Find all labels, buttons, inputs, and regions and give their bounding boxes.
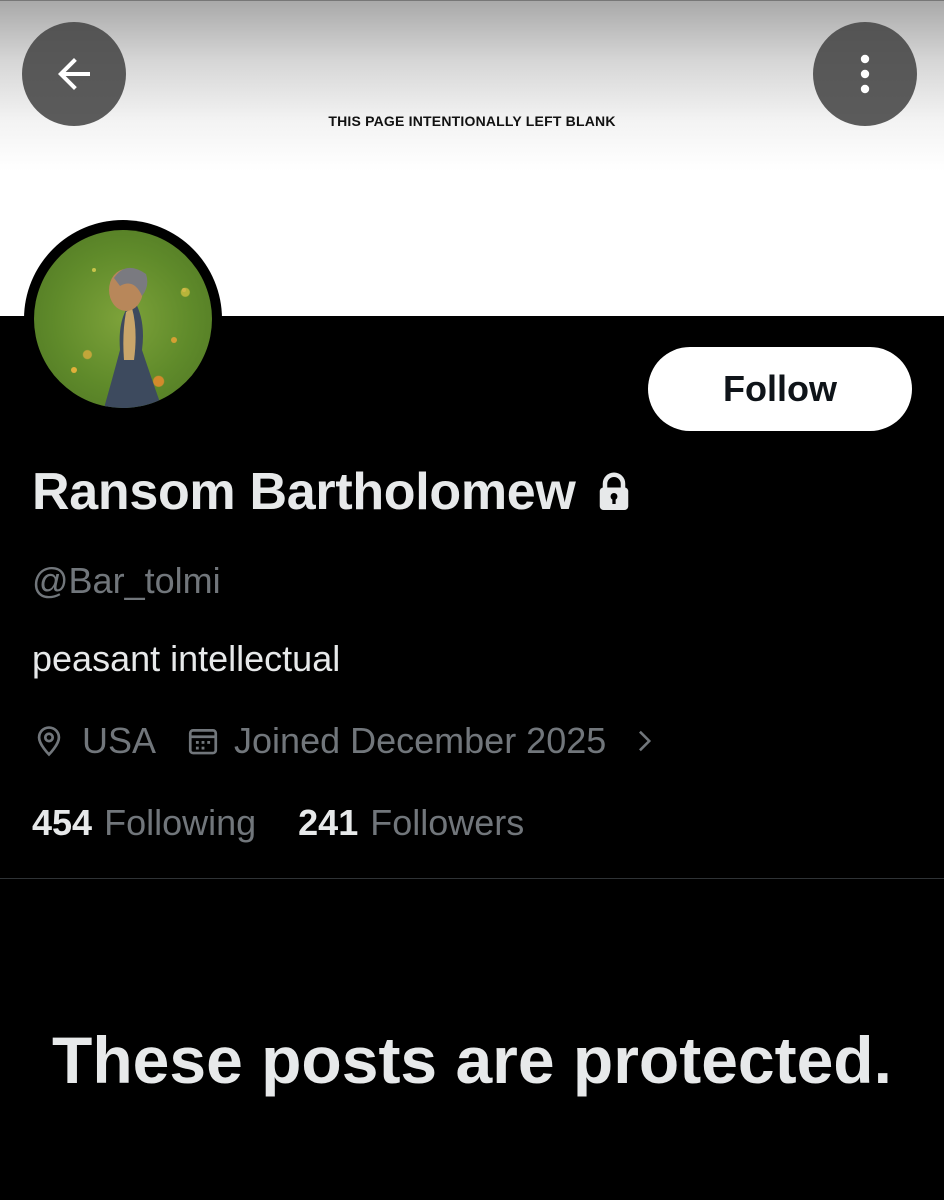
followers-link[interactable]: 241 Followers	[298, 802, 524, 844]
avatar[interactable]	[24, 220, 222, 418]
followers-label: Followers	[370, 802, 525, 843]
protected-message: These posts are protected.	[52, 1023, 892, 1097]
profile-name-row: Ransom Bartholomew	[32, 462, 632, 522]
bio-text: peasant intellectual	[32, 638, 341, 679]
display-name: Ransom Bartholomew	[32, 463, 576, 521]
lock-icon	[596, 472, 632, 512]
location-pin-icon	[32, 724, 66, 758]
avatar-image	[34, 230, 212, 408]
following-link[interactable]: 454 Following	[32, 802, 256, 844]
divider	[0, 878, 944, 879]
follow-stats: 454 Following 241 Followers	[32, 802, 524, 844]
following-count: 454	[32, 802, 93, 843]
back-button[interactable]	[22, 22, 126, 126]
user-handle: @Bar_tolmi	[32, 560, 221, 601]
profile-meta: USA Joined December 2025	[32, 720, 658, 762]
avatar-painting	[71, 267, 186, 408]
location-text: USA	[82, 720, 157, 761]
follow-button[interactable]: Follow	[648, 347, 912, 431]
banner-text: THIS PAGE INTENTIONALLY LEFT BLANK	[328, 113, 616, 129]
arrow-left-icon	[58, 58, 90, 90]
joined-date: Joined December 2025	[234, 720, 607, 761]
calendar-icon	[186, 724, 220, 758]
chevron-right-icon[interactable]	[630, 724, 658, 758]
followers-count: 241	[298, 802, 359, 843]
vertical-dots-icon	[860, 54, 870, 94]
following-label: Following	[104, 802, 257, 843]
more-options-button[interactable]	[813, 22, 917, 126]
